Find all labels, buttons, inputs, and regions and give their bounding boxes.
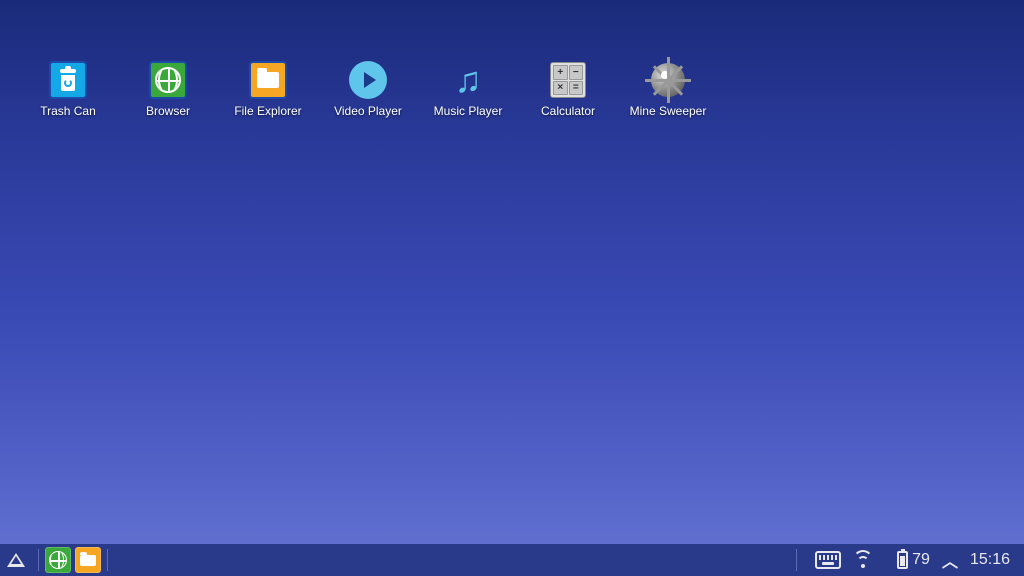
- desktop-icon-calculator[interactable]: +− ×= Calculator: [518, 60, 618, 118]
- folder-icon: [248, 60, 288, 100]
- mine-icon: [648, 60, 688, 100]
- tray-separator: [796, 549, 797, 571]
- desktop-icon-label: Mine Sweeper: [630, 104, 707, 118]
- desktop-icon-music-player[interactable]: ♫ Music Player: [418, 60, 518, 118]
- desktop-icon-label: File Explorer: [234, 104, 301, 118]
- taskbar-separator: [107, 549, 108, 571]
- system-tray: 79 ︿ 15:16: [796, 544, 1024, 576]
- clock-tray-button[interactable]: 15:16: [970, 551, 1010, 569]
- keyboard-tray-button[interactable]: [815, 551, 841, 569]
- desktop-icon-label: Trash Can: [40, 104, 96, 118]
- taskbar-pinned-browser[interactable]: [45, 547, 71, 573]
- taskbar-separator: [38, 549, 39, 571]
- taskbar: 79 ︿ 15:16: [0, 544, 1024, 576]
- desktop-icon-label: Music Player: [434, 104, 503, 118]
- browser-icon: [49, 551, 67, 569]
- clock-text: 15:16: [970, 551, 1010, 569]
- battery-tray-button[interactable]: 79: [897, 551, 930, 569]
- folder-icon: [80, 555, 96, 566]
- network-tray-button[interactable]: [853, 552, 873, 568]
- trash-icon: [48, 60, 88, 100]
- start-menu-button[interactable]: [0, 544, 32, 576]
- chevron-up-icon: ︿: [942, 548, 958, 572]
- battery-level-text: 79: [912, 551, 930, 569]
- music-note-icon: ♫: [448, 60, 488, 100]
- start-logo-icon: [7, 553, 25, 567]
- desktop-icon-browser[interactable]: Browser: [118, 60, 218, 118]
- taskbar-left: [0, 544, 110, 576]
- wifi-icon: [853, 552, 873, 568]
- desktop-icon-mine-sweeper[interactable]: Mine Sweeper: [618, 60, 718, 118]
- desktop-icon-row: Trash Can Browser File Explorer Video Pl: [18, 60, 1024, 118]
- calculator-icon: +− ×=: [548, 60, 588, 100]
- play-icon: [348, 60, 388, 100]
- desktop-icon-label: Calculator: [541, 104, 595, 118]
- battery-icon: [897, 551, 908, 569]
- desktop-icon-label: Video Player: [334, 104, 402, 118]
- desktop-icon-trash[interactable]: Trash Can: [18, 60, 118, 118]
- keyboard-icon: [815, 551, 841, 569]
- desktop-icon-file-explorer[interactable]: File Explorer: [218, 60, 318, 118]
- browser-icon: [148, 60, 188, 100]
- desktop-area[interactable]: Trash Can Browser File Explorer Video Pl: [0, 0, 1024, 544]
- tray-expand-button[interactable]: ︿: [942, 548, 958, 572]
- taskbar-pinned-file-explorer[interactable]: [75, 547, 101, 573]
- desktop-icon-video-player[interactable]: Video Player: [318, 60, 418, 118]
- desktop-icon-label: Browser: [146, 104, 190, 118]
